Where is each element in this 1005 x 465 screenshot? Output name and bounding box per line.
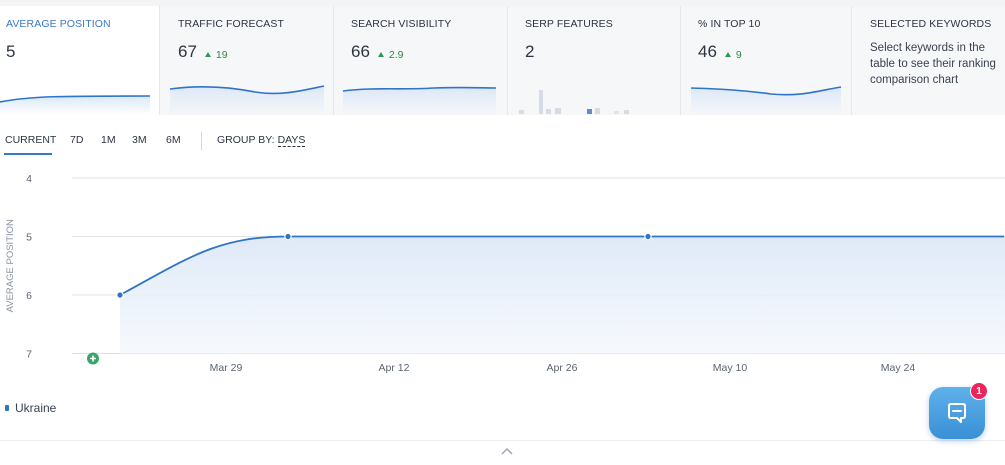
group-by-label: GROUP BY: xyxy=(217,134,275,146)
metric-delta: 2.9 xyxy=(388,48,404,61)
group-by: GROUP BY: DAYS xyxy=(217,134,306,147)
metric-value: 66 xyxy=(351,42,370,61)
tab-6m[interactable]: 6M xyxy=(166,134,181,146)
x-tick-label: May 24 xyxy=(881,362,916,374)
x-tick-label: Mar 29 xyxy=(210,362,243,374)
position-chart: 4 5 6 7 AVERAGE POSITION Mar 29 Apr 12 Apr 26 Ma… xyxy=(5,173,1005,374)
metric-value: 67 xyxy=(178,42,197,61)
x-tick-label: Apr 26 xyxy=(547,362,578,374)
metric-traffic-forecast[interactable]: TRAFFIC FORECAST 67 19 xyxy=(160,6,334,115)
metric-delta: 9 xyxy=(735,48,742,61)
legend-swatch xyxy=(5,405,9,411)
chevron-up-icon[interactable] xyxy=(500,446,514,456)
metric-value: 5 xyxy=(6,42,16,61)
active-tab-indicator xyxy=(4,153,52,155)
data-point xyxy=(116,291,124,299)
metric-value: 2 xyxy=(525,42,535,61)
y-tick-label: 4 xyxy=(26,173,32,185)
group-by-dropdown[interactable]: DAYS xyxy=(277,134,306,147)
section-divider xyxy=(0,440,1005,441)
chat-bubble-icon xyxy=(948,403,966,423)
sparkline xyxy=(169,85,325,115)
tab-current[interactable]: CURRENT xyxy=(5,134,56,146)
metric-title: SELECTED KEYWORDS xyxy=(870,18,992,30)
data-point xyxy=(284,232,292,241)
metric-description: Select keywords in the table to see thei… xyxy=(870,42,996,86)
metrics-bar: AVERAGE POSITION 5 TRAFFIC FORECAST 67 1… xyxy=(0,6,1005,115)
tab-3m[interactable]: 3M xyxy=(132,134,147,146)
up-arrow-icon xyxy=(204,52,211,57)
tab-1m[interactable]: 1M xyxy=(101,134,116,146)
sparkline xyxy=(342,86,497,115)
metric-search-visibility[interactable]: SEARCH VISIBILITY 66 2.9 xyxy=(334,6,508,115)
serp-bars xyxy=(519,90,629,114)
notification-badge: 1 xyxy=(970,382,988,400)
data-point xyxy=(644,232,652,241)
metric-title: SEARCH VISIBILITY xyxy=(351,18,452,30)
area-fill xyxy=(120,236,1005,354)
x-tick-label: May 10 xyxy=(713,362,748,374)
y-tick-label: 5 xyxy=(26,232,32,244)
up-arrow-icon xyxy=(724,52,731,57)
metric-title: SERP FEATURES xyxy=(525,18,613,30)
metric-value: 46 xyxy=(698,42,717,61)
period-tabs: CURRENT 7D 1M 3M 6M GROUP BY: DAYS xyxy=(0,128,320,156)
sparkline xyxy=(0,95,151,115)
metric-serp-features[interactable]: SERP FEATURES 2 xyxy=(508,6,681,115)
tab-7d[interactable]: 7D xyxy=(70,134,83,146)
metric-delta: 19 xyxy=(215,48,228,61)
x-tick-label: Apr 12 xyxy=(379,362,410,374)
legend-label[interactable]: Ukraine xyxy=(15,401,56,415)
metric-title: % IN TOP 10 xyxy=(698,18,761,30)
legend: Ukraine xyxy=(5,401,56,415)
metric-selected-keywords: SELECTED KEYWORDS Select keywords in the… xyxy=(852,6,1005,115)
y-tick-label: 7 xyxy=(26,349,32,361)
metric-average-position[interactable]: AVERAGE POSITION 5 xyxy=(0,6,160,115)
divider xyxy=(201,132,202,150)
y-axis-label: AVERAGE POSITION xyxy=(5,219,16,312)
y-tick-label: 6 xyxy=(26,290,32,302)
metric-title: TRAFFIC FORECAST xyxy=(178,18,285,30)
metric-title: AVERAGE POSITION xyxy=(6,18,111,30)
up-arrow-icon xyxy=(377,52,384,57)
metric-in-top-10[interactable]: % IN TOP 10 46 9 xyxy=(681,6,852,115)
sparkline xyxy=(690,86,842,115)
